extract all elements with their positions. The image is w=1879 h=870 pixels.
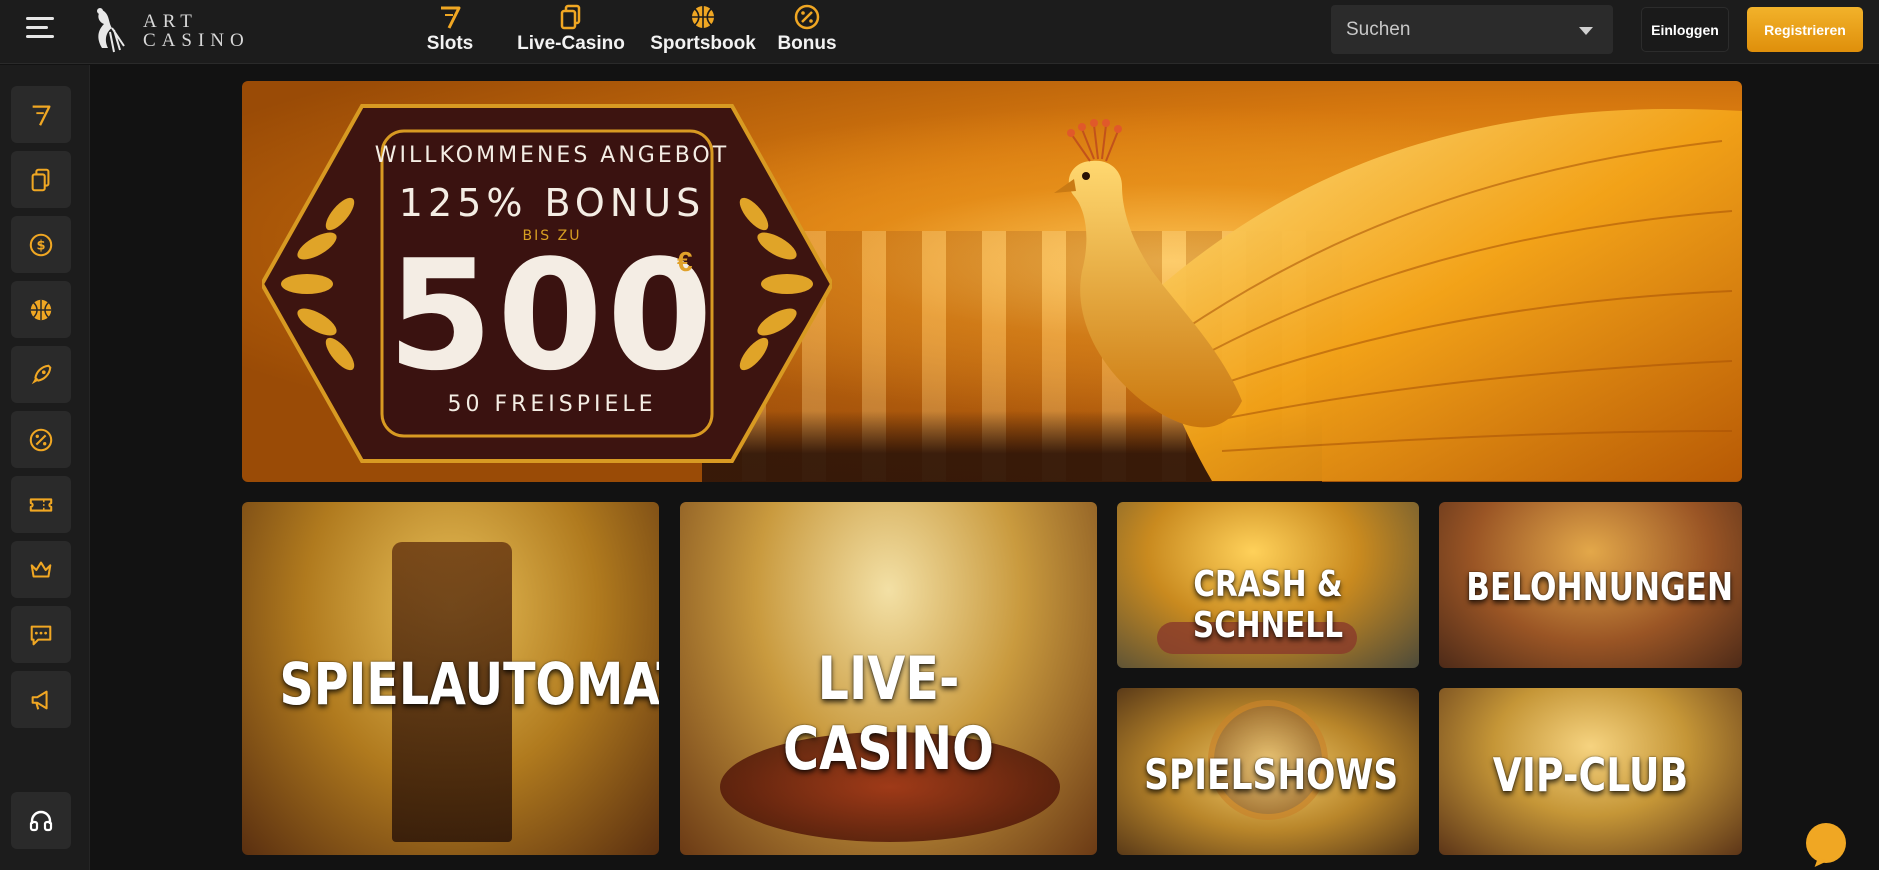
welcome-offer-banner[interactable]: WILLKOMMENES ANGEBOT 125% BONUS BIS ZU 5… bbox=[242, 81, 1742, 482]
dollar-coin-icon: $ bbox=[29, 233, 53, 256]
sidebar-item-tickets[interactable] bbox=[11, 476, 71, 533]
tile-game-shows-label: SPIELSHOWS bbox=[1144, 750, 1399, 799]
crown-icon bbox=[30, 561, 52, 578]
tile-vip-club-label: VIP-CLUB bbox=[1492, 748, 1689, 802]
nav-live-casino-label: Live-Casino bbox=[517, 33, 625, 54]
search-dropdown[interactable]: Suchen bbox=[1331, 5, 1613, 54]
nav-bonus[interactable]: Bonus bbox=[764, 0, 850, 64]
cards-icon bbox=[31, 168, 50, 191]
tile-live-casino-label: LIVE-CASINO bbox=[783, 644, 994, 784]
nav-live-casino[interactable]: Live-Casino bbox=[500, 0, 642, 64]
sidebar-item-vip[interactable] bbox=[11, 541, 71, 598]
chat-icon bbox=[30, 625, 52, 645]
tile-slots-label: SPIELAUTOMATEN bbox=[279, 650, 659, 718]
slot-seven-icon bbox=[441, 6, 461, 29]
top-nav: Slots Live-Casino Sportsbook Bonus bbox=[400, 0, 850, 64]
sidebar: $ bbox=[0, 65, 90, 870]
basketball-icon bbox=[30, 299, 52, 320]
percent-badge-icon bbox=[794, 4, 820, 30]
logo-line-2: CASINO bbox=[143, 30, 250, 51]
sidebar-item-promotions[interactable] bbox=[11, 671, 71, 728]
cards-icon bbox=[560, 4, 581, 30]
banner-amount: 500 bbox=[387, 227, 717, 404]
banner-bonus-text: 125% BONUS bbox=[398, 181, 706, 225]
ticket-icon bbox=[29, 497, 53, 512]
percent-badge-icon bbox=[29, 428, 53, 451]
banner-spins-text: 50 FREISPIELE bbox=[447, 392, 657, 417]
logo-line-1: ART bbox=[143, 11, 198, 32]
logo-text: ART CASINO bbox=[143, 12, 250, 50]
sidebar-item-bonus[interactable] bbox=[11, 411, 71, 468]
sidebar-item-slots[interactable] bbox=[11, 86, 71, 143]
sidebar-item-live-casino[interactable] bbox=[11, 151, 71, 208]
tile-live-casino[interactable]: LIVE-CASINO bbox=[680, 502, 1097, 855]
slot-seven-icon bbox=[32, 104, 51, 126]
banner-offer-title: WILLKOMMENES ANGEBOT bbox=[374, 143, 730, 168]
nav-sportsbook[interactable]: Sportsbook bbox=[642, 0, 764, 64]
tile-crash[interactable]: CRASH & SCHNELL bbox=[1117, 502, 1419, 668]
tile-crash-label: CRASH & SCHNELL bbox=[1192, 564, 1344, 646]
headset-icon bbox=[29, 810, 53, 831]
chevron-down-icon[interactable] bbox=[1579, 27, 1593, 35]
banner-currency: € bbox=[677, 246, 693, 277]
top-header: ART CASINO Slots Live-Casino Sportsbook … bbox=[0, 0, 1879, 64]
tile-vip-club[interactable]: VIP-CLUB bbox=[1439, 688, 1742, 855]
register-button[interactable]: Registrieren bbox=[1747, 7, 1863, 52]
rocket-icon bbox=[31, 364, 52, 384]
tile-rewards-label: BELOHNUNGEN bbox=[1466, 565, 1734, 609]
peacock-logo-icon bbox=[97, 8, 125, 53]
tile-rewards[interactable]: BELOHNUNGEN bbox=[1439, 502, 1742, 668]
basketball-icon bbox=[692, 6, 714, 28]
megaphone-icon bbox=[31, 690, 48, 710]
nav-slots-label: Slots bbox=[426, 33, 474, 54]
live-chat-button[interactable] bbox=[1806, 823, 1846, 863]
svg-text:$: $ bbox=[36, 238, 45, 253]
sidebar-item-sportsbook[interactable] bbox=[11, 281, 71, 338]
tile-slots[interactable]: SPIELAUTOMATEN bbox=[242, 502, 659, 855]
logo[interactable]: ART CASINO bbox=[88, 4, 263, 54]
sidebar-item-support[interactable] bbox=[11, 792, 71, 849]
tile-game-shows[interactable]: SPIELSHOWS bbox=[1117, 688, 1419, 855]
nav-bonus-label: Bonus bbox=[777, 33, 837, 54]
sidebar-item-crash[interactable] bbox=[11, 346, 71, 403]
nav-slots[interactable]: Slots bbox=[400, 0, 500, 64]
nav-sportsbook-label: Sportsbook bbox=[650, 33, 756, 54]
peacock-illustration bbox=[1054, 108, 1742, 481]
sidebar-item-chat[interactable] bbox=[11, 606, 71, 663]
sidebar-item-cash[interactable]: $ bbox=[11, 216, 71, 273]
search-placeholder: Suchen bbox=[1346, 19, 1411, 40]
menu-icon[interactable] bbox=[26, 17, 54, 39]
login-button[interactable]: Einloggen bbox=[1641, 7, 1729, 52]
